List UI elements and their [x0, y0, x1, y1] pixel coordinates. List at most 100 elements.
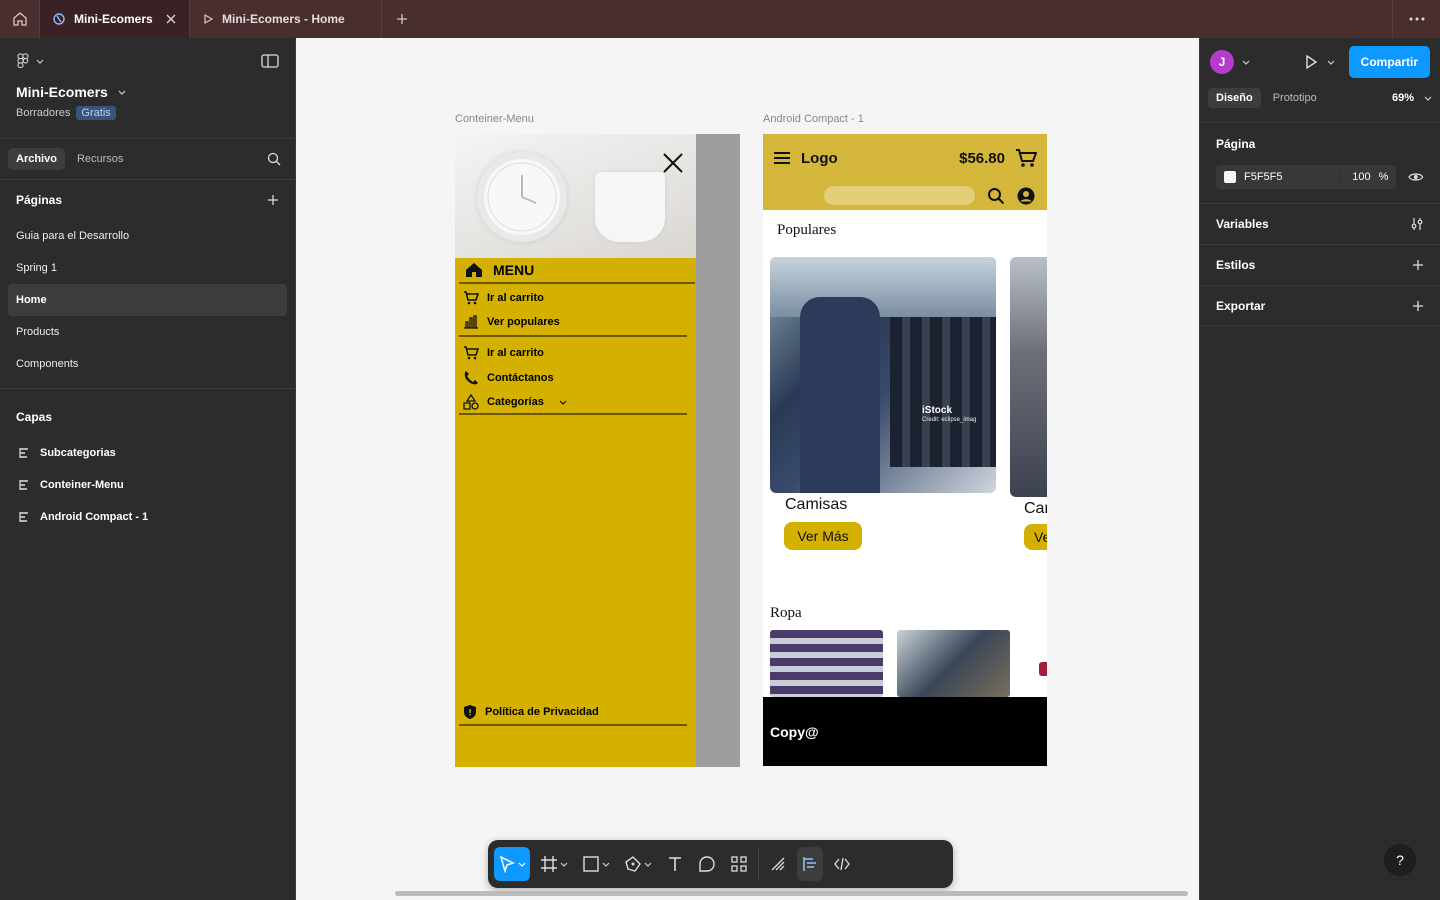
hamburger-icon[interactable]	[773, 151, 791, 165]
sweater-image[interactable]	[770, 630, 883, 697]
menu-item-privacy[interactable]: Política de Privacidad	[463, 704, 599, 720]
components-icon	[731, 856, 747, 872]
color-swatch[interactable]	[1224, 171, 1236, 183]
page-item-products[interactable]: Products	[8, 316, 287, 348]
present-play-icon[interactable]	[1303, 54, 1319, 70]
opacity-value[interactable]: 100	[1339, 171, 1371, 183]
product-image-camisas[interactable]: iStock Credit: eclipse_imag	[770, 257, 996, 493]
menu-item-categories[interactable]: Categorías	[463, 394, 568, 410]
canvas[interactable]: Conteiner-Menu Android Compact - 1 MENU …	[296, 38, 1199, 900]
drafts-label[interactable]: Borradores	[16, 107, 70, 119]
add-page-icon[interactable]	[267, 194, 279, 206]
page-item-spring[interactable]: Spring 1	[8, 252, 287, 284]
pages-list: Guia para el Desarrollo Spring 1 Home Pr…	[0, 220, 295, 380]
tab-prototype[interactable]: Prototipo	[1265, 88, 1325, 108]
plus-icon[interactable]	[1412, 259, 1424, 271]
export-section[interactable]: Exportar	[1200, 285, 1440, 326]
tab-file[interactable]: Archivo	[8, 148, 65, 170]
clothes-image[interactable]	[897, 630, 1010, 697]
horizontal-scrollbar[interactable]	[395, 891, 1188, 896]
user-account-icon[interactable]	[1017, 187, 1035, 205]
android-frame-label[interactable]: Android Compact - 1	[763, 113, 864, 125]
menu-item-cart-2[interactable]: Ir al carrito	[463, 346, 544, 360]
layer-android-compact[interactable]: Android Compact - 1	[0, 501, 295, 533]
more-options-button[interactable]	[1392, 0, 1440, 38]
layer-subcategorias[interactable]: Subcategorias	[0, 437, 295, 469]
product-title: Car	[1024, 500, 1047, 517]
page-item-components[interactable]: Components	[8, 348, 287, 380]
left-panel-tabs: Archivo Recursos	[0, 138, 295, 180]
menu-title-row: MENU	[455, 258, 696, 282]
chevron-down-icon[interactable]	[1242, 58, 1250, 66]
comment-tool[interactable]	[694, 847, 720, 881]
help-button[interactable]: ?	[1384, 844, 1416, 876]
ver-mas-button[interactable]: Ve	[1024, 524, 1047, 550]
item-image-partial[interactable]	[1039, 662, 1047, 676]
tab-assets[interactable]: Recursos	[69, 148, 131, 170]
pages-title: Páginas	[16, 193, 63, 207]
pen-tool[interactable]	[620, 847, 656, 881]
design-mode-icon	[803, 857, 816, 871]
section-ropa: Ropa	[770, 605, 802, 621]
page-item-home[interactable]: Home	[8, 284, 287, 316]
shape-tool[interactable]	[578, 847, 614, 881]
chevron-down-icon[interactable]	[1327, 58, 1335, 66]
auto-layout-icon	[19, 480, 28, 490]
home-tab[interactable]	[0, 0, 40, 38]
project-location: Borradores Gratis	[16, 106, 279, 120]
search-icon[interactable]	[987, 187, 1005, 205]
search-input[interactable]	[824, 186, 975, 205]
close-icon[interactable]	[662, 152, 684, 174]
search-icon[interactable]	[267, 152, 281, 166]
menu-frame-label[interactable]: Conteiner-Menu	[455, 113, 534, 125]
layer-label: Android Compact - 1	[40, 511, 149, 523]
conteiner-menu-frame[interactable]: MENU Ir al carrito Ver populares Ir al c…	[455, 134, 740, 767]
menu-title: MENU	[493, 262, 535, 278]
frame-icon	[541, 856, 557, 872]
menu-item-popular[interactable]: Ver populares	[463, 315, 560, 329]
main-menu-button[interactable]	[16, 53, 44, 69]
tab-design[interactable]: Diseño	[1208, 88, 1261, 108]
pages-header: Páginas	[0, 180, 295, 220]
android-compact-frame[interactable]: Logo $56.80 Populares iStock Credit: ecl…	[763, 134, 1047, 766]
dev-mode-button[interactable]	[829, 847, 855, 881]
new-tab-button[interactable]	[382, 0, 422, 38]
zoom-control[interactable]: 69%	[1392, 92, 1432, 104]
page-item-guia[interactable]: Guia para el Desarrollo	[8, 220, 287, 252]
cart-icon[interactable]	[1015, 148, 1037, 168]
left-panel-top	[0, 38, 295, 84]
menu-item-cart[interactable]: Ir al carrito	[463, 291, 544, 305]
phone-icon	[464, 371, 478, 385]
design-mode-button[interactable]	[797, 847, 823, 881]
chevron-down-icon	[518, 862, 526, 867]
plus-icon[interactable]	[1412, 300, 1424, 312]
sidebar-toggle-icon[interactable]	[261, 54, 279, 68]
share-button[interactable]: Compartir	[1348, 46, 1430, 78]
draw-mode-button[interactable]	[765, 847, 791, 881]
chevron-down-icon	[559, 400, 567, 405]
frame-tool[interactable]	[536, 847, 572, 881]
bar-chart-icon	[464, 315, 478, 329]
tab-mini-ecomers[interactable]: Mini-Ecomers	[40, 0, 190, 38]
text-tool[interactable]	[662, 847, 688, 881]
components-tool[interactable]	[726, 847, 752, 881]
page-color-field[interactable]: F5F5F5 100 %	[1216, 165, 1397, 189]
avatar[interactable]: J	[1210, 50, 1234, 74]
menu-item-label: Categorías	[487, 396, 544, 408]
move-tool[interactable]	[494, 847, 530, 881]
layer-conteiner-menu[interactable]: Conteiner-Menu	[0, 469, 295, 501]
eye-icon[interactable]	[1408, 171, 1424, 183]
variables-section[interactable]: Variables	[1200, 203, 1440, 244]
close-icon[interactable]	[165, 13, 177, 25]
tab-mini-ecomers-home[interactable]: Mini-Ecomers - Home	[190, 0, 382, 38]
sliders-icon[interactable]	[1410, 217, 1424, 231]
product-image-2[interactable]	[1010, 257, 1047, 497]
project-name[interactable]: Mini-Ecomers	[16, 84, 279, 100]
person-shape	[800, 297, 880, 493]
divider	[459, 282, 695, 284]
chevron-down-icon	[602, 862, 610, 867]
styles-section[interactable]: Estilos	[1200, 244, 1440, 285]
ver-mas-button[interactable]: Ver Más	[784, 522, 862, 550]
draw-icon	[771, 857, 785, 871]
menu-item-contact[interactable]: Contáctanos	[463, 370, 554, 386]
